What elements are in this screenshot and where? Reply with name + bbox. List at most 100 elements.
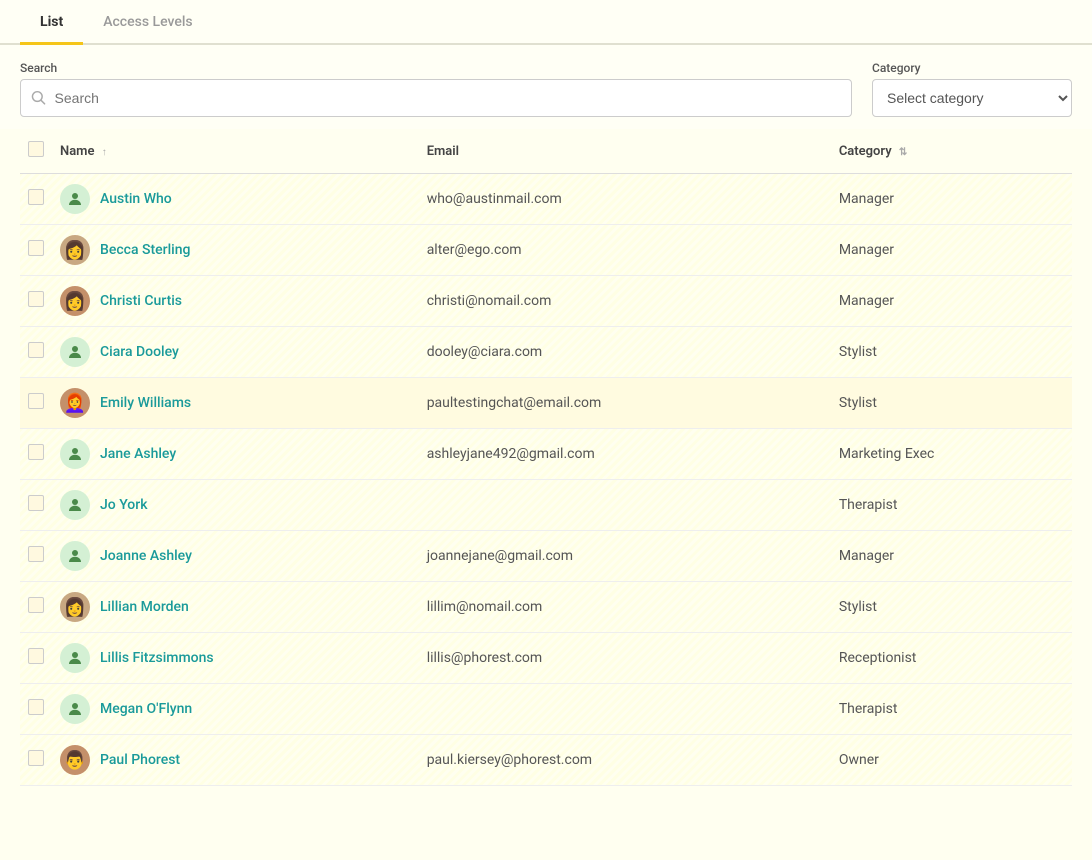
table-row[interactable]: 👩‍🦰 Emily Williams paultestingchat@email… xyxy=(20,378,1072,429)
table-row[interactable]: Austin Who who@austinmail.com Manager xyxy=(20,174,1072,225)
row-check-cell xyxy=(20,429,52,480)
staff-name-link[interactable]: Joanne Ashley xyxy=(100,548,192,564)
email-cell: paul.kiersey@phorest.com xyxy=(419,735,831,786)
table-body: Austin Who who@austinmail.com Manager 👩 … xyxy=(20,174,1072,786)
email-cell: paultestingchat@email.com xyxy=(419,378,831,429)
avatar: 👩 xyxy=(60,592,90,622)
staff-name-link[interactable]: Austin Who xyxy=(100,191,172,207)
category-cell: Manager xyxy=(831,531,1072,582)
category-cell: Manager xyxy=(831,225,1072,276)
name-cell: Ciara Dooley xyxy=(52,327,419,378)
row-check-cell xyxy=(20,480,52,531)
row-checkbox[interactable] xyxy=(28,393,44,409)
category-select[interactable]: Select category Manager Stylist Marketin… xyxy=(872,79,1072,117)
row-check-cell xyxy=(20,582,52,633)
avatar xyxy=(60,643,90,673)
name-cell: Jo York xyxy=(52,480,419,531)
row-check-cell xyxy=(20,633,52,684)
col-header-name[interactable]: Name ↑ xyxy=(52,129,419,174)
category-sort-icon: ⇅ xyxy=(899,147,907,158)
row-checkbox[interactable] xyxy=(28,597,44,613)
staff-table-container: Name ↑ Email Category ⇅ xyxy=(0,129,1092,786)
table-row[interactable]: Megan O'Flynn Therapist xyxy=(20,684,1072,735)
staff-name-link[interactable]: Megan O'Flynn xyxy=(100,701,192,717)
table-row[interactable]: Joanne Ashley joannejane@gmail.com Manag… xyxy=(20,531,1072,582)
table-row[interactable]: Jane Ashley ashleyjane492@gmail.com Mark… xyxy=(20,429,1072,480)
name-sort-icon: ↑ xyxy=(102,147,107,158)
table-row[interactable]: 👩 Christi Curtis christi@nomail.com Mana… xyxy=(20,276,1072,327)
row-checkbox[interactable] xyxy=(28,750,44,766)
tab-list[interactable]: List xyxy=(20,0,83,45)
staff-name-link[interactable]: Christi Curtis xyxy=(100,293,182,309)
avatar: 👩 xyxy=(60,235,90,265)
col-header-email: Email xyxy=(419,129,831,174)
row-checkbox[interactable] xyxy=(28,648,44,664)
name-cell: 👩 Becca Sterling xyxy=(52,225,419,276)
name-cell: Jane Ashley xyxy=(52,429,419,480)
name-cell: 👨 Paul Phorest xyxy=(52,735,419,786)
staff-name-link[interactable]: Paul Phorest xyxy=(100,752,180,768)
category-cell: Manager xyxy=(831,276,1072,327)
name-cell: 👩 Lillian Morden xyxy=(52,582,419,633)
email-cell: christi@nomail.com xyxy=(419,276,831,327)
category-cell: Therapist xyxy=(831,480,1072,531)
name-cell: Joanne Ashley xyxy=(52,531,419,582)
email-cell: lillim@nomail.com xyxy=(419,582,831,633)
avatar xyxy=(60,184,90,214)
row-checkbox[interactable] xyxy=(28,189,44,205)
page-container: List Access Levels Search Category Selec… xyxy=(0,0,1092,786)
row-check-cell xyxy=(20,174,52,225)
avatar xyxy=(60,541,90,571)
staff-name-link[interactable]: Lillis Fitzsimmons xyxy=(100,650,214,666)
staff-table: Name ↑ Email Category ⇅ xyxy=(20,129,1072,786)
category-cell: Therapist xyxy=(831,684,1072,735)
row-check-cell xyxy=(20,378,52,429)
email-cell: who@austinmail.com xyxy=(419,174,831,225)
row-checkbox[interactable] xyxy=(28,342,44,358)
tab-access-levels[interactable]: Access Levels xyxy=(83,0,212,45)
search-input[interactable] xyxy=(55,90,841,106)
row-checkbox[interactable] xyxy=(28,291,44,307)
category-cell: Stylist xyxy=(831,378,1072,429)
search-icon xyxy=(31,90,47,106)
tabs-bar: List Access Levels xyxy=(0,0,1092,45)
name-cell: Megan O'Flynn xyxy=(52,684,419,735)
search-input-wrapper xyxy=(20,79,852,117)
table-row[interactable]: 👩 Lillian Morden lillim@nomail.com Styli… xyxy=(20,582,1072,633)
category-cell: Marketing Exec xyxy=(831,429,1072,480)
search-group: Search xyxy=(20,61,852,117)
filter-bar: Search Category Select category Manager … xyxy=(0,45,1092,129)
email-cell: ashleyjane492@gmail.com xyxy=(419,429,831,480)
staff-name-link[interactable]: Lillian Morden xyxy=(100,599,189,615)
avatar xyxy=(60,490,90,520)
table-row[interactable]: 👩 Becca Sterling alter@ego.com Manager xyxy=(20,225,1072,276)
row-checkbox[interactable] xyxy=(28,495,44,511)
table-row[interactable]: 👨 Paul Phorest paul.kiersey@phorest.com … xyxy=(20,735,1072,786)
email-cell: dooley@ciara.com xyxy=(419,327,831,378)
category-cell: Owner xyxy=(831,735,1072,786)
row-check-cell xyxy=(20,276,52,327)
table-row[interactable]: Ciara Dooley dooley@ciara.com Stylist xyxy=(20,327,1072,378)
row-checkbox[interactable] xyxy=(28,699,44,715)
avatar: 👩‍🦰 xyxy=(60,388,90,418)
avatar xyxy=(60,439,90,469)
col-header-category[interactable]: Category ⇅ xyxy=(831,129,1072,174)
name-cell: Austin Who xyxy=(52,174,419,225)
row-checkbox[interactable] xyxy=(28,546,44,562)
row-checkbox[interactable] xyxy=(28,240,44,256)
email-cell: lillis@phorest.com xyxy=(419,633,831,684)
email-cell xyxy=(419,684,831,735)
table-header-row: Name ↑ Email Category ⇅ xyxy=(20,129,1072,174)
table-row[interactable]: Lillis Fitzsimmons lillis@phorest.com Re… xyxy=(20,633,1072,684)
staff-name-link[interactable]: Emily Williams xyxy=(100,395,191,411)
staff-name-link[interactable]: Ciara Dooley xyxy=(100,344,179,360)
header-checkbox[interactable] xyxy=(28,141,44,157)
row-checkbox[interactable] xyxy=(28,444,44,460)
row-check-cell xyxy=(20,735,52,786)
table-row[interactable]: Jo York Therapist xyxy=(20,480,1072,531)
staff-name-link[interactable]: Jane Ashley xyxy=(100,446,176,462)
row-check-cell xyxy=(20,531,52,582)
staff-name-link[interactable]: Becca Sterling xyxy=(100,242,190,258)
staff-name-link[interactable]: Jo York xyxy=(100,497,148,513)
email-cell: joannejane@gmail.com xyxy=(419,531,831,582)
